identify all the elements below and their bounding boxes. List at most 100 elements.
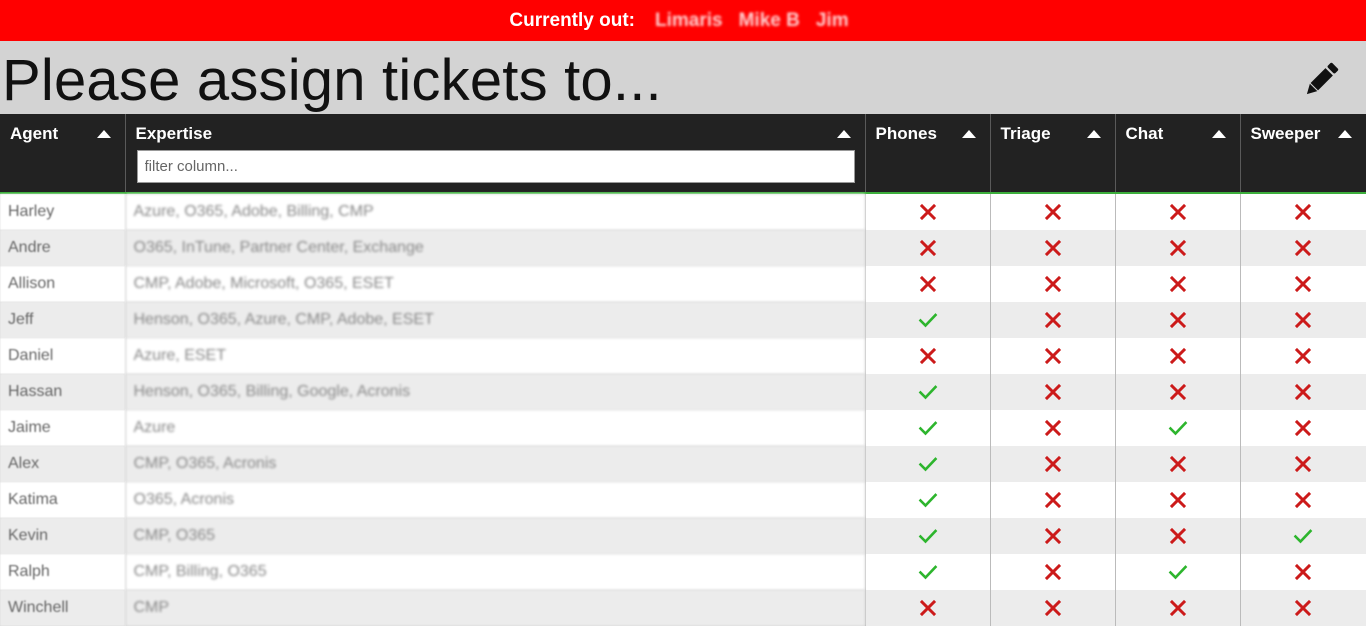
check-icon[interactable] (1293, 526, 1313, 546)
check-icon[interactable] (918, 418, 938, 438)
sweeper-status-cell[interactable] (1240, 590, 1366, 626)
x-icon[interactable] (918, 346, 938, 366)
x-icon[interactable] (1168, 202, 1188, 222)
check-icon[interactable] (1168, 418, 1188, 438)
x-icon[interactable] (1043, 490, 1063, 510)
phones-status-cell[interactable] (865, 374, 991, 410)
chat-status-cell[interactable] (1115, 482, 1241, 518)
x-icon[interactable] (1168, 598, 1188, 618)
x-icon[interactable] (1043, 310, 1063, 330)
x-icon[interactable] (1293, 202, 1313, 222)
chat-status-cell[interactable] (1115, 410, 1241, 446)
triage-status-cell[interactable] (990, 482, 1116, 518)
x-icon[interactable] (1168, 454, 1188, 474)
triage-status-cell[interactable] (990, 193, 1116, 230)
column-header-chat[interactable]: Chat (1115, 114, 1241, 194)
column-header-triage[interactable]: Triage (990, 114, 1116, 194)
x-icon[interactable] (1168, 310, 1188, 330)
triage-status-cell[interactable] (990, 338, 1116, 374)
x-icon[interactable] (918, 202, 938, 222)
check-icon[interactable] (918, 526, 938, 546)
x-icon[interactable] (1293, 382, 1313, 402)
x-icon[interactable] (1293, 310, 1313, 330)
sweeper-status-cell[interactable] (1240, 518, 1366, 554)
sweeper-status-cell[interactable] (1240, 230, 1366, 266)
chat-status-cell[interactable] (1115, 302, 1241, 338)
sort-up-icon[interactable] (96, 130, 111, 138)
column-header-expertise[interactable]: Expertise (125, 114, 866, 194)
x-icon[interactable] (1168, 274, 1188, 294)
chat-status-cell[interactable] (1115, 554, 1241, 590)
expertise-filter-input[interactable] (136, 150, 855, 183)
x-icon[interactable] (1293, 346, 1313, 366)
phones-status-cell[interactable] (865, 230, 991, 266)
phones-status-cell[interactable] (865, 554, 991, 590)
triage-status-cell[interactable] (990, 590, 1116, 626)
phones-status-cell[interactable] (865, 302, 991, 338)
x-icon[interactable] (1168, 526, 1188, 546)
sweeper-status-cell[interactable] (1240, 446, 1366, 482)
x-icon[interactable] (1293, 274, 1313, 294)
check-icon[interactable] (1168, 562, 1188, 582)
x-icon[interactable] (1043, 526, 1063, 546)
x-icon[interactable] (918, 238, 938, 258)
sort-up-icon[interactable] (1086, 130, 1101, 138)
triage-status-cell[interactable] (990, 302, 1116, 338)
x-icon[interactable] (1293, 238, 1313, 258)
x-icon[interactable] (918, 598, 938, 618)
phones-status-cell[interactable] (865, 410, 991, 446)
out-agent-name[interactable]: Limaris (655, 10, 723, 32)
x-icon[interactable] (1043, 562, 1063, 582)
chat-status-cell[interactable] (1115, 266, 1241, 302)
check-icon[interactable] (918, 454, 938, 474)
sweeper-status-cell[interactable] (1240, 302, 1366, 338)
x-icon[interactable] (1293, 454, 1313, 474)
x-icon[interactable] (1043, 454, 1063, 474)
chat-status-cell[interactable] (1115, 446, 1241, 482)
x-icon[interactable] (1293, 490, 1313, 510)
sweeper-status-cell[interactable] (1240, 410, 1366, 446)
sort-up-icon[interactable] (1337, 130, 1352, 138)
chat-status-cell[interactable] (1115, 338, 1241, 374)
x-icon[interactable] (1043, 238, 1063, 258)
x-icon[interactable] (1293, 598, 1313, 618)
phones-status-cell[interactable] (865, 338, 991, 374)
sweeper-status-cell[interactable] (1240, 193, 1366, 230)
column-header-sweeper[interactable]: Sweeper (1240, 114, 1366, 194)
sort-up-icon[interactable] (1211, 130, 1226, 138)
chat-status-cell[interactable] (1115, 374, 1241, 410)
x-icon[interactable] (1168, 346, 1188, 366)
phones-status-cell[interactable] (865, 446, 991, 482)
x-icon[interactable] (1043, 346, 1063, 366)
phones-status-cell[interactable] (865, 590, 991, 626)
phones-status-cell[interactable] (865, 193, 991, 230)
triage-status-cell[interactable] (990, 446, 1116, 482)
sort-up-icon[interactable] (961, 130, 976, 138)
x-icon[interactable] (1293, 418, 1313, 438)
chat-status-cell[interactable] (1115, 590, 1241, 626)
x-icon[interactable] (1043, 202, 1063, 222)
triage-status-cell[interactable] (990, 374, 1116, 410)
x-icon[interactable] (1043, 598, 1063, 618)
triage-status-cell[interactable] (990, 266, 1116, 302)
sweeper-status-cell[interactable] (1240, 374, 1366, 410)
x-icon[interactable] (1293, 562, 1313, 582)
chat-status-cell[interactable] (1115, 193, 1241, 230)
column-header-phones[interactable]: Phones (865, 114, 991, 194)
check-icon[interactable] (918, 490, 938, 510)
triage-status-cell[interactable] (990, 410, 1116, 446)
x-icon[interactable] (918, 274, 938, 294)
check-icon[interactable] (918, 310, 938, 330)
out-agent-name[interactable]: Mike B (739, 10, 800, 32)
x-icon[interactable] (1043, 274, 1063, 294)
column-header-agent[interactable]: Agent (0, 114, 126, 194)
x-icon[interactable] (1168, 382, 1188, 402)
triage-status-cell[interactable] (990, 554, 1116, 590)
chat-status-cell[interactable] (1115, 230, 1241, 266)
sweeper-status-cell[interactable] (1240, 338, 1366, 374)
sweeper-status-cell[interactable] (1240, 266, 1366, 302)
pencil-icon[interactable] (1300, 59, 1342, 101)
x-icon[interactable] (1168, 238, 1188, 258)
triage-status-cell[interactable] (990, 518, 1116, 554)
sweeper-status-cell[interactable] (1240, 554, 1366, 590)
